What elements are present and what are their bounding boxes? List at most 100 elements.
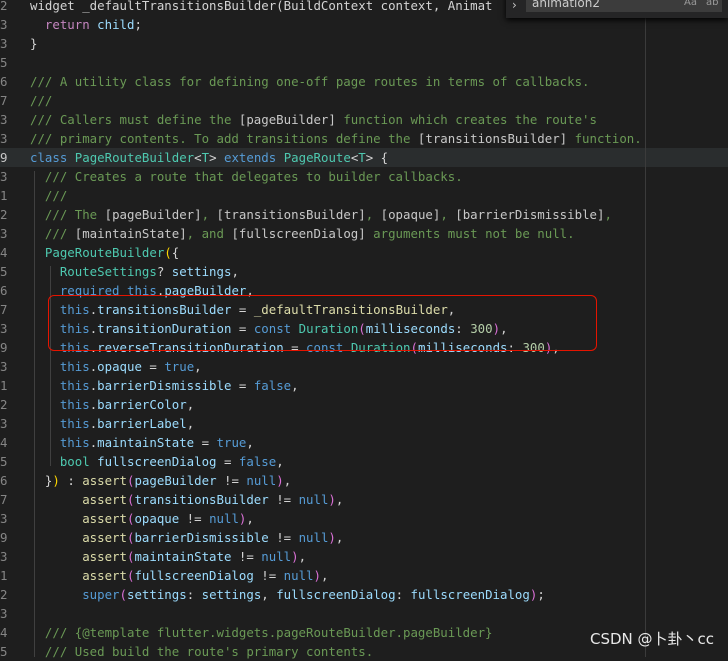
code-token: [barrierDismissible] — [455, 207, 605, 222]
find-query: animation2 — [532, 0, 600, 10]
code-token: extends — [224, 150, 277, 165]
code-token: this — [59, 435, 90, 450]
code-line[interactable]: 2 super(settings: settings, fullscreenDi… — [0, 585, 728, 604]
line-number: 7 — [0, 492, 8, 507]
indent-guide — [34, 171, 35, 657]
code-token: != — [268, 530, 299, 545]
code-token: : — [186, 587, 202, 602]
code-line[interactable]: 5 bool fullscreenDialog = false, — [0, 452, 728, 471]
code-token: widget _defaultTransitionsBuilder(BuildC… — [30, 0, 493, 13]
code-token: PageRoute — [283, 150, 351, 165]
code-token: = — [216, 454, 239, 469]
code-token: assert — [82, 473, 128, 488]
code-token: > — [209, 150, 224, 165]
code-token: ( — [119, 587, 127, 602]
code-line[interactable]: 7 assert(transitionsBuilder != null), — [0, 490, 728, 509]
code-line[interactable]: 3 — [0, 604, 728, 623]
code-line[interactable]: 3 /// Creates a route that delegates to … — [0, 167, 728, 186]
code-token: ) — [328, 530, 336, 545]
code-token: class — [30, 150, 68, 165]
code-editor[interactable]: 2 widget _defaultTransitionsBuilder(Build… — [0, 0, 728, 659]
code-token: /// — [30, 93, 53, 108]
code-token: != — [231, 549, 262, 564]
code-line[interactable]: 2 this.barrierColor, — [0, 395, 728, 414]
code-token: PageRouteBuilder — [44, 245, 165, 260]
code-line[interactable]: 3 this.barrierLabel, — [0, 414, 728, 433]
code-token: assert — [82, 549, 127, 564]
code-token: , — [201, 207, 217, 222]
code-token: ) — [313, 568, 321, 583]
code-line[interactable]: 4 PageRouteBuilder({ — [0, 243, 728, 262]
line-number: 9 — [0, 340, 8, 355]
code-line[interactable]: 3 assert(opaque != null), — [0, 509, 728, 528]
code-token: != — [268, 492, 299, 507]
chevron-right-icon[interactable]: › — [512, 0, 517, 12]
code-line[interactable]: 7 /// — [0, 91, 728, 110]
code-token: , and — [186, 226, 232, 241]
code-token: null — [261, 549, 292, 564]
code-token: transitionsBuilder — [134, 492, 269, 507]
code-token: ; — [134, 17, 142, 32]
code-line[interactable]: 5 — [0, 53, 728, 72]
code-token: , — [283, 473, 292, 488]
code-text: assert(maintainState != null), — [30, 547, 306, 566]
code-token: , — [291, 378, 299, 393]
line-number: 1 — [0, 378, 8, 393]
code-token: ) — [328, 492, 336, 507]
code-line[interactable]: 3 assert(maintainState != null), — [0, 547, 728, 566]
code-token: barrierDismissible — [97, 378, 232, 393]
code-line[interactable]: 3} — [0, 34, 728, 53]
code-text: /// — [30, 91, 52, 110]
line-number: 3 — [0, 36, 8, 51]
code-line[interactable]: 3 /// primary contents. To add transition… — [0, 129, 728, 148]
code-text: }) : assert(pageBuilder != null), — [30, 471, 291, 490]
code-token: this — [59, 359, 90, 374]
line-number: 6 — [0, 74, 8, 89]
code-token: null — [298, 492, 329, 507]
code-line[interactable]: 2 /// The [pageBuilder], [transitionsBui… — [0, 205, 728, 224]
code-line[interactable]: 9 assert(barrierDismissible != null), — [0, 528, 728, 547]
code-line[interactable]: 1 this.barrierDismissible = false, — [0, 376, 728, 395]
match-case-icon[interactable]: Aa — [684, 0, 697, 12]
whole-word-icon[interactable]: ab — [706, 0, 718, 12]
code-token: , — [365, 207, 381, 222]
code-token: ; — [537, 587, 545, 602]
find-input[interactable]: animation2 Aa ab — [526, 0, 722, 12]
code-token: assert — [82, 530, 127, 545]
code-token: pageBuilder — [134, 473, 217, 488]
code-token: fullscreenDialog — [97, 454, 217, 469]
code-token: ) — [52, 473, 60, 488]
code-token: ) — [291, 549, 299, 564]
code-token: settings — [127, 587, 187, 602]
code-text: super(settings: settings, fullscreenDial… — [30, 585, 545, 604]
code-text: return child; — [30, 15, 142, 34]
code-token: = — [194, 435, 217, 450]
code-token: bool — [59, 454, 90, 469]
code-token: [pageBuilder] — [238, 112, 336, 127]
code-line[interactable]: 9 class PageRouteBuilder<T> extends PageR… — [0, 148, 728, 167]
line-number: 7 — [0, 93, 8, 108]
find-widget[interactable]: › animation2 Aa ab — [506, 0, 728, 18]
code-token: , — [261, 587, 277, 602]
line-number: 3 — [0, 416, 8, 431]
code-token: = — [141, 359, 165, 374]
code-line[interactable]: 6 /// A utility class for defining one-of… — [0, 72, 728, 91]
code-line[interactable]: 3 this.opaque = true, — [0, 357, 728, 376]
code-token: > { — [365, 150, 389, 165]
code-text: this.barrierColor, — [30, 395, 194, 414]
code-token: ( — [164, 245, 172, 260]
line-number: 5 — [0, 264, 8, 279]
code-token: assert — [82, 492, 127, 507]
code-line[interactable]: 4 this.maintainState = true, — [0, 433, 728, 452]
code-line[interactable]: 5 RouteSettings? settings, — [0, 262, 728, 281]
code-line[interactable]: 6 }) : assert(pageBuilder != null), — [0, 471, 728, 490]
code-line[interactable]: 1 /// — [0, 186, 728, 205]
code-line[interactable]: 1 assert(fullscreenDialog != null), — [0, 566, 728, 585]
line-number: 3 — [0, 112, 8, 127]
code-line[interactable]: 3 /// Callers must define the [pageBuilde… — [0, 110, 728, 129]
code-line[interactable]: 3 /// [maintainState], and [fullscreenDi… — [0, 224, 728, 243]
